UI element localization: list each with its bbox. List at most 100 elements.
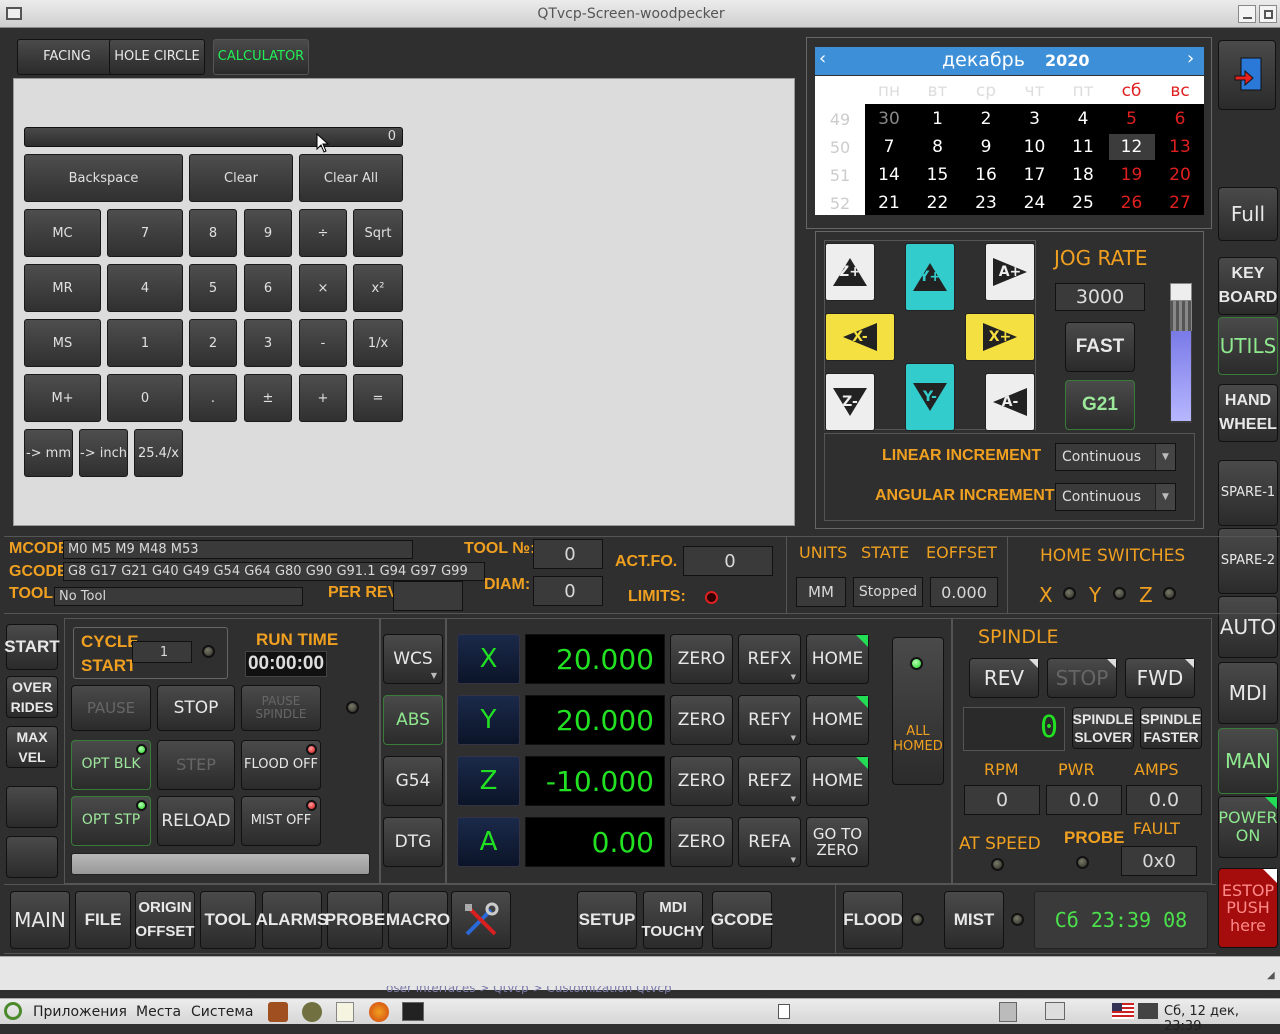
calendar-day[interactable]: 7 — [866, 134, 912, 160]
tab-setup[interactable]: SETUP — [577, 891, 637, 949]
calc-key-button[interactable]: 9 — [244, 209, 292, 257]
jog-x-minusplus-button[interactable]: X+ — [965, 313, 1035, 361]
calc-key-button[interactable]: 0 — [107, 374, 183, 422]
spindle-fwd-button[interactable]: FWD — [1125, 658, 1195, 698]
distro-logo-icon[interactable] — [4, 1002, 22, 1020]
applications-menu[interactable]: Приложения — [33, 1004, 127, 1020]
zero-a-button[interactable]: ZERO — [670, 817, 733, 867]
launcher-firefox-icon[interactable] — [369, 1002, 389, 1022]
tab-macro[interactable]: MACRO — [386, 891, 450, 949]
calc-key-button[interactable]: . — [189, 374, 237, 422]
step-button[interactable]: STEP — [157, 740, 235, 790]
calendar-day[interactable]: 5 — [1109, 106, 1155, 132]
calendar-day[interactable]: 9 — [963, 134, 1009, 160]
jog-z-minus-button[interactable]: Z- — [825, 373, 875, 431]
resize-grip[interactable]: ◢ — [1267, 970, 1279, 984]
axis-a-label[interactable]: A — [457, 817, 520, 867]
system-menu[interactable]: Система — [191, 1004, 253, 1020]
calendar-day[interactable]: 25 — [1060, 190, 1106, 216]
calc-key-button[interactable]: ÷ — [299, 209, 347, 257]
ref-y-button[interactable]: REFY ▼ — [738, 695, 801, 745]
calendar-day[interactable]: 8 — [915, 134, 961, 160]
spindle-rev-button[interactable]: REV — [969, 658, 1039, 698]
calendar-day[interactable]: 24 — [1012, 190, 1058, 216]
calendar-day[interactable]: 15 — [915, 162, 961, 188]
axis-z-label[interactable]: Z — [457, 756, 520, 806]
calc-convert-button[interactable]: -> inch — [79, 429, 128, 477]
calendar-day[interactable]: 27 — [1157, 190, 1203, 216]
tab-main[interactable]: MAIN — [10, 891, 70, 949]
system-monitor-icon[interactable] — [1045, 1002, 1065, 1020]
calc-key-button[interactable]: 8 — [189, 209, 237, 257]
nav-utils-button[interactable]: UTILS — [1218, 317, 1278, 375]
jog-z-minusplus-button[interactable]: Z+ — [825, 243, 875, 301]
calendar-day[interactable]: 17 — [1012, 162, 1058, 188]
calendar-day[interactable]: 10 — [1012, 134, 1058, 160]
calc-convert-button[interactable]: -> mm — [24, 429, 73, 477]
reload-button[interactable]: RELOAD — [157, 796, 235, 846]
go-to-zero-button[interactable]: GO TO ZERO — [806, 817, 869, 867]
jog-rate-slider[interactable] — [1170, 283, 1192, 423]
calendar-day[interactable]: 18 — [1060, 162, 1106, 188]
tab-calculator[interactable]: CALCULATOR — [213, 39, 309, 75]
opt-blk-button[interactable]: OPT BLK — [71, 740, 151, 790]
home-y-button[interactable]: HOME — [806, 695, 869, 745]
g21-button[interactable]: G21 — [1065, 380, 1135, 430]
maximize-button[interactable] — [1259, 5, 1277, 23]
pause-spindle-button[interactable]: PAUSE SPINDLE — [241, 685, 321, 731]
side-button-blank-2[interactable] — [6, 836, 58, 878]
calendar-day[interactable]: 20 — [1157, 162, 1203, 188]
launcher-woodpecker-icon[interactable] — [302, 1002, 322, 1022]
calc-key-button[interactable]: Sqrt — [353, 209, 403, 257]
trash-icon[interactable] — [999, 1002, 1017, 1022]
spindle-stop-button[interactable]: STOP — [1047, 658, 1117, 698]
nav-mdi-button[interactable]: MDI — [1218, 662, 1278, 724]
jog-rate-value[interactable]: 3000 — [1055, 283, 1145, 311]
calendar-day[interactable]: 23 — [963, 190, 1009, 216]
nav-estop-push-here-button[interactable]: ESTOP PUSH here — [1218, 868, 1278, 948]
tab-mdi-touchy[interactable]: MDI TOUCHY — [641, 891, 705, 949]
coord-wcs-button[interactable]: WCS ▼ — [383, 634, 443, 684]
home-z-button[interactable]: HOME — [806, 756, 869, 806]
calc-key-button[interactable]: 3 — [244, 319, 292, 367]
flood-button[interactable]: FLOOD — [843, 891, 903, 949]
nav-man-button[interactable]: MAN — [1218, 728, 1278, 794]
coord-g54-button[interactable]: G54 — [383, 756, 443, 806]
zero-y-button[interactable]: ZERO — [670, 695, 733, 745]
launcher-terminal-icon[interactable] — [402, 1002, 424, 1021]
calc-key-button[interactable]: MS — [24, 319, 101, 367]
calc-backspace-button[interactable]: Backspace — [24, 154, 183, 202]
calc-key-button[interactable]: = — [353, 374, 403, 422]
keyboard-flag-icon[interactable] — [1112, 1003, 1134, 1019]
calendar-day[interactable]: 12 — [1108, 134, 1155, 160]
mist-button[interactable]: MIST — [944, 891, 1004, 949]
calendar-year[interactable]: 2020 — [1045, 51, 1090, 70]
tab-facing[interactable]: FACING — [17, 39, 117, 75]
calc-key-button[interactable]: 1 — [107, 319, 183, 367]
side-max-vel-button[interactable]: MAX VEL — [6, 726, 58, 768]
calc-key-button[interactable]: MC — [24, 209, 101, 257]
slider-handle[interactable] — [1170, 283, 1192, 301]
tab-tool[interactable]: TOOL — [200, 891, 256, 949]
axis-y-label[interactable]: Y — [457, 695, 520, 745]
tab-alarms[interactable]: ALARMS — [256, 891, 328, 949]
nav-hand-wheel-button[interactable]: HAND WHEEL — [1218, 384, 1278, 442]
home-x-button[interactable]: HOME — [806, 634, 869, 684]
ref-a-button[interactable]: REFA ▼ — [738, 817, 801, 867]
show-desktop-button[interactable] — [778, 1004, 790, 1019]
coord-dtg-button[interactable]: DTG — [383, 817, 443, 867]
tab-probe[interactable]: PROBE — [325, 891, 385, 949]
calc-key-button[interactable]: M+ — [24, 374, 101, 422]
calendar-day[interactable]: 11 — [1060, 134, 1106, 160]
spindle-faster-button[interactable]: SPINDLE FASTER — [1140, 707, 1202, 749]
calendar-day[interactable]: 22 — [915, 190, 961, 216]
zero-z-button[interactable]: ZERO — [670, 756, 733, 806]
flood-off-button[interactable]: FLOOD OFF — [241, 740, 321, 790]
calendar-day[interactable]: 21 — [866, 190, 912, 216]
side-over-rides-button[interactable]: OVER RIDES — [6, 676, 58, 718]
zero-x-button[interactable]: ZERO — [670, 634, 733, 684]
calendar-day[interactable]: 13 — [1157, 134, 1203, 160]
nav-full-button[interactable]: Full — [1218, 187, 1278, 241]
calendar-prev-icon[interactable]: ‹ — [819, 48, 826, 69]
calc-clear-button[interactable]: Clear — [189, 154, 293, 202]
